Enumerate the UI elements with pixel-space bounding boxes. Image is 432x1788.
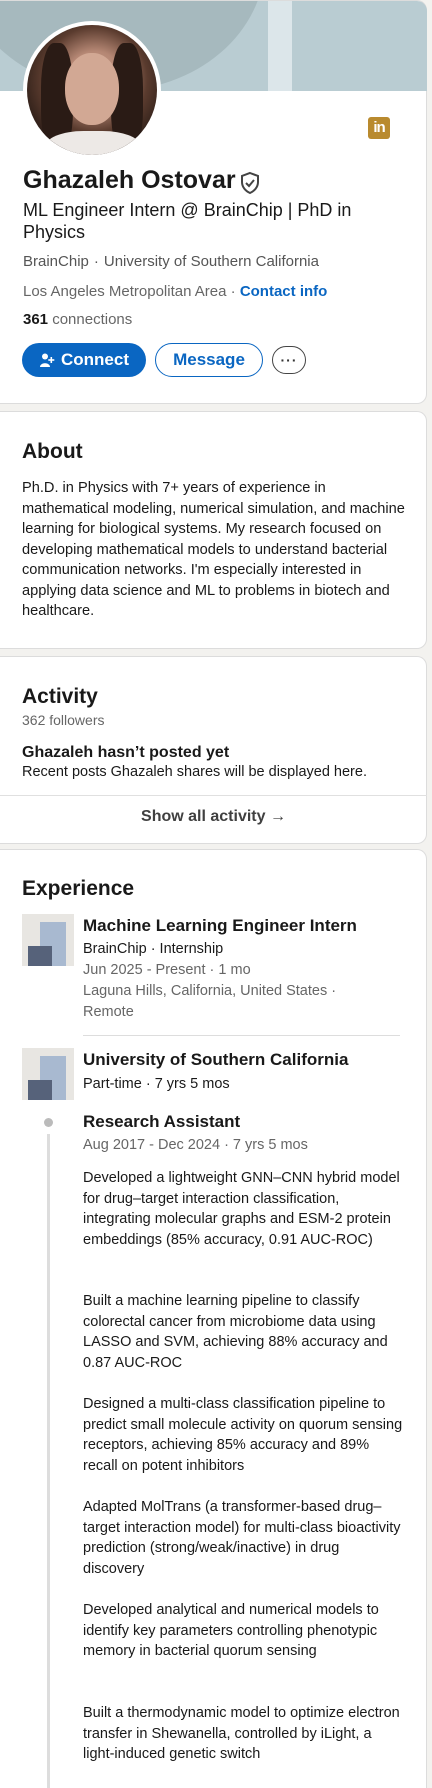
about-title: About	[22, 440, 83, 463]
timeline-dot	[44, 1118, 53, 1127]
job1-dates: Jun 2025 - Present · 1 mo	[83, 962, 251, 978]
contact-info-link[interactable]: Contact info	[240, 283, 328, 300]
description-paragraph: Adapted MolTrans (a transformer-based dr…	[83, 1499, 401, 1577]
job1-location: Laguna Hills, California, United States …	[83, 983, 337, 1020]
connections-count[interactable]: 361 connections	[23, 311, 132, 328]
experience-title: Experience	[22, 877, 135, 900]
profile-name: Ghazaleh Ostovar	[23, 166, 236, 194]
linkedin-icon[interactable]: in	[368, 117, 390, 139]
avatar[interactable]	[23, 21, 161, 159]
description-paragraph: Built a machine learning pipeline to cla…	[83, 1293, 388, 1371]
no-posts-description: Recent posts Ghazaleh shares will be dis…	[22, 764, 367, 780]
about-card: About Ph.D. in Physics with 7+ years of …	[0, 411, 427, 649]
connections-label: connections	[52, 311, 133, 328]
profile-location: Los Angeles Metropolitan Area · Contact …	[23, 283, 327, 300]
verified-shield-icon[interactable]	[238, 171, 262, 195]
more-icon[interactable]: ···	[272, 346, 306, 374]
message-button[interactable]: Message	[155, 343, 263, 377]
profile-headline: ML Engineer Intern @ BrainChip | PhD in …	[23, 200, 352, 242]
add-person-icon	[40, 353, 55, 367]
org-school-link[interactable]: University of Southern California	[104, 253, 319, 270]
connect-button[interactable]: Connect	[22, 343, 146, 377]
show-all-activity-link[interactable]: Show all activity →	[0, 808, 427, 826]
description-paragraph: Developed a lightweight GNN–CNN hybrid m…	[83, 1170, 400, 1248]
description-paragraph: Designed a multi-class classification pi…	[83, 1396, 403, 1474]
brainchip-logo[interactable]	[22, 914, 74, 966]
profile-orgs: BrainChip · University of Southern Califor…	[23, 253, 319, 270]
job2-role[interactable]: Research Assistant	[83, 1112, 240, 1132]
org-company-link[interactable]: BrainChip	[23, 253, 89, 270]
profile-page: in Ghazaleh Ostovar ML Engineer Intern @…	[0, 0, 432, 1788]
about-text: Ph.D. in Physics with 7+ years of experi…	[22, 480, 405, 619]
activity-title: Activity	[22, 685, 98, 708]
job2-type: Part-time · 7 yrs 5 mos	[83, 1076, 230, 1092]
job1-company: BrainChip · Internship	[83, 941, 224, 957]
connect-label: Connect	[61, 350, 129, 369]
job2-company[interactable]: University of Southern California	[83, 1050, 348, 1070]
description-paragraph: Developed analytical and numerical model…	[83, 1602, 379, 1659]
org-separator: ·	[93, 253, 99, 270]
followers-count: 362 followers	[22, 712, 105, 728]
usc-logo[interactable]	[22, 1048, 74, 1100]
divider	[83, 1035, 400, 1036]
job2-dates: Aug 2017 - Dec 2024 · 7 yrs 5 mos	[83, 1137, 308, 1153]
description-paragraph: Built a thermodynamic model to optimize …	[83, 1705, 400, 1762]
timeline-line	[47, 1134, 50, 1788]
experience-card: Experience Machine Learning Engineer Int…	[0, 849, 427, 1788]
location-text: Los Angeles Metropolitan Area ·	[23, 283, 236, 300]
activity-card: Activity 362 followers Ghazaleh hasn’t p…	[0, 656, 427, 844]
divider	[0, 795, 427, 796]
no-posts-heading: Ghazaleh hasn’t posted yet	[22, 744, 230, 761]
job1-title[interactable]: Machine Learning Engineer Intern	[83, 916, 357, 936]
connections-number: 361	[23, 311, 49, 328]
show-all-activity-label: Show all activity →	[141, 808, 286, 825]
profile-top-card: in Ghazaleh Ostovar ML Engineer Intern @…	[0, 0, 427, 404]
